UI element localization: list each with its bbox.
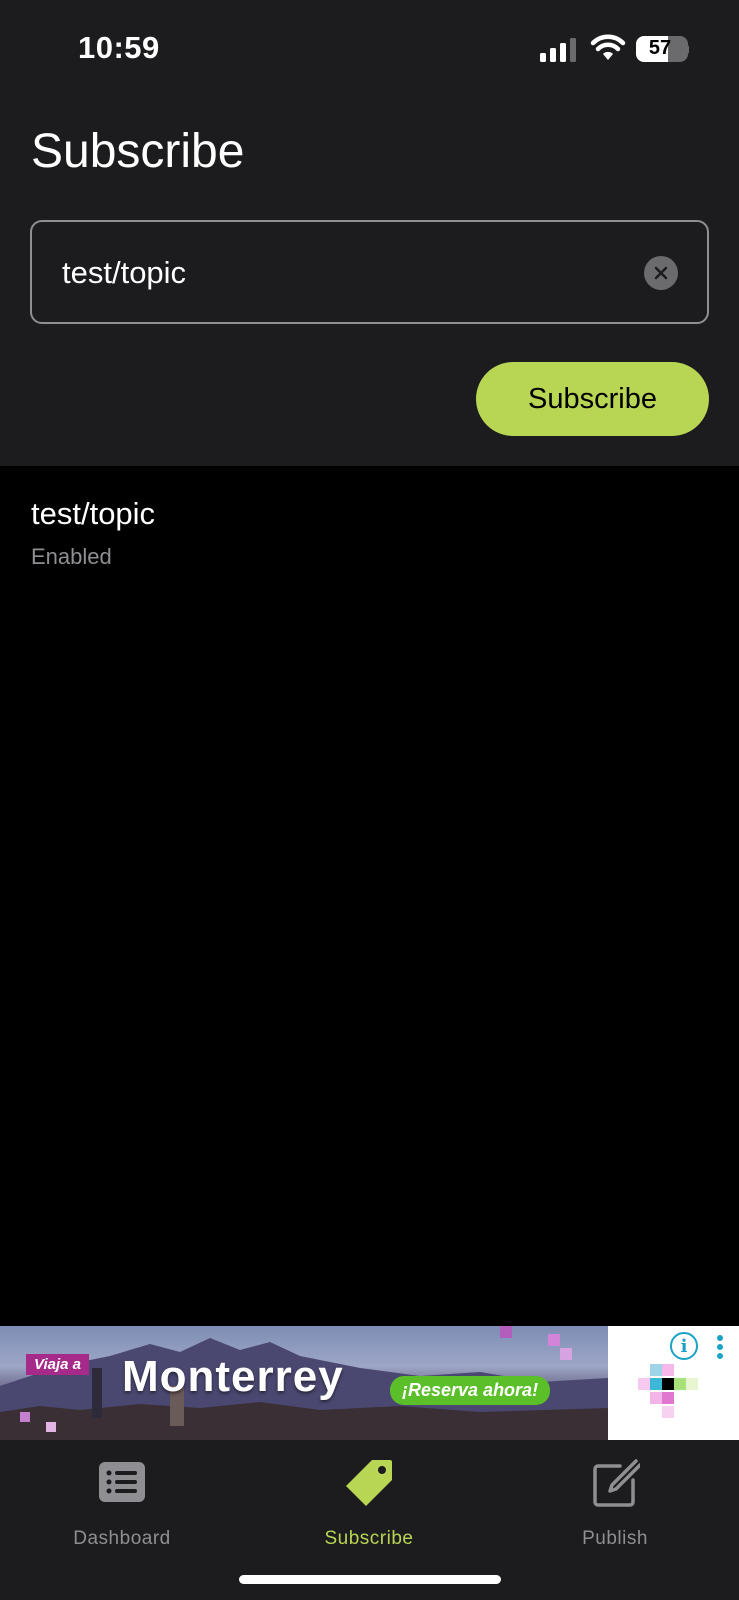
tab-publish[interactable]: Publish [525,1458,705,1558]
advertiser-logo [638,1364,698,1418]
clear-input-button[interactable] [644,256,678,290]
tab-dashboard[interactable]: Dashboard [32,1458,212,1558]
list-item[interactable]: test/topic Enabled [31,496,711,596]
ad-cta-button[interactable]: ¡Reserva ahora! [390,1376,551,1405]
ad-banner[interactable]: Viaja a Monterrey ¡Reserva ahora! i [0,1326,739,1440]
tag-icon [346,1460,392,1506]
ad-title: Monterrey [122,1352,344,1401]
page-title: Subscribe [31,125,245,178]
tab-label: Subscribe [324,1528,414,1549]
compose-icon [593,1459,640,1507]
topic-input[interactable] [62,252,622,294]
ad-image[interactable]: Viaja a Monterrey ¡Reserva ahora! [0,1326,608,1440]
ad-kicker: Viaja a [26,1354,89,1375]
ad-more-icon[interactable] [716,1334,724,1360]
battery-percent: 57 [648,37,672,59]
status-time: 10:59 [78,30,160,65]
tab-bar: Dashboard Subscribe Publish [0,1440,739,1600]
subscription-topic: test/topic [31,496,156,531]
x-circle-icon [654,266,668,280]
wifi-icon [590,34,626,60]
list-icon [99,1462,145,1502]
subscribe-button[interactable]: Subscribe [476,362,709,436]
cellular-signal-icon [540,38,576,62]
status-bar: 10:59 57 [0,0,739,100]
tab-subscribe[interactable]: Subscribe [279,1458,459,1558]
battery-icon: 57 [636,36,689,62]
header-panel: 10:59 57 Subscribe Subscribe [0,0,739,466]
tab-label: Publish [582,1528,648,1549]
tab-label: Dashboard [73,1528,171,1549]
topic-field[interactable] [30,220,709,324]
subscription-status: Enabled [31,544,112,569]
home-indicator[interactable] [239,1575,501,1584]
